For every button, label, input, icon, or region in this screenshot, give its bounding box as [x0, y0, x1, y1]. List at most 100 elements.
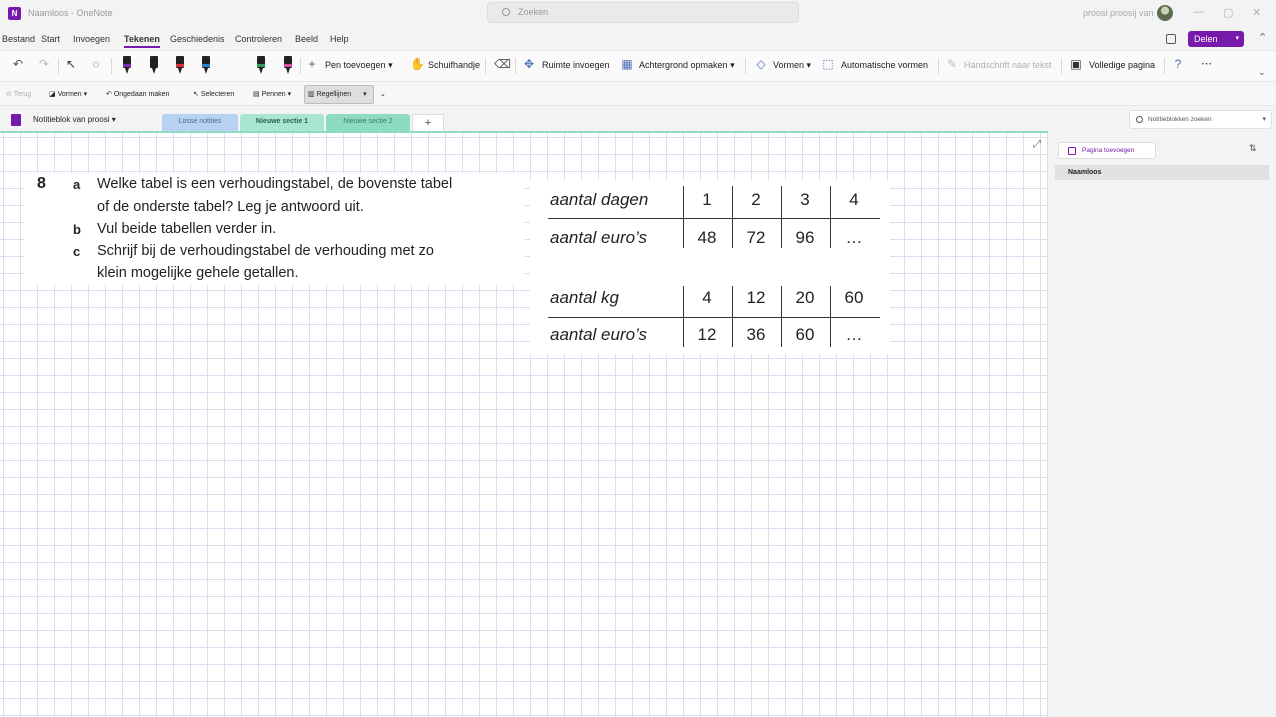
table2-col-line	[781, 286, 782, 347]
search-input[interactable]: Zoeken	[487, 2, 799, 23]
maximize-button[interactable]: ▢	[1223, 6, 1233, 19]
ink-to-text-button[interactable]: Handschrift naar tekst	[964, 60, 1052, 70]
insert-space-button[interactable]: Ruimte invoegen	[542, 60, 610, 70]
undo-label: Ongedaan maken	[113, 91, 170, 98]
undo-button[interactable]: ↶ Ongedaan maken	[106, 90, 169, 98]
menu-invoegen[interactable]: Invoegen	[73, 34, 110, 44]
table1-col-line	[830, 186, 831, 248]
page-item-naamloos[interactable]: Naamloos	[1055, 165, 1269, 180]
menu-start[interactable]: Start	[41, 34, 60, 44]
table2-cell: 12	[746, 288, 766, 307]
shapes-menu-button[interactable]: ◪ Vormen ▾	[49, 90, 87, 98]
table2-cell: 12	[697, 325, 717, 344]
select-arrow-icon[interactable]: ↖	[65, 58, 77, 70]
redo-icon[interactable]: ↷	[38, 58, 50, 70]
tab-nieuwe-sectie-2[interactable]: Nieuwe sectie 2	[326, 114, 410, 132]
expand-icon[interactable]: ⤢	[1033, 139, 1041, 150]
eraser-icon[interactable]: ⌫	[494, 58, 511, 70]
shapes-menu-label: Vormen	[57, 91, 82, 98]
divider	[1164, 58, 1165, 74]
notebook-icon	[11, 114, 21, 126]
help-icon[interactable]: ?	[1172, 58, 1184, 70]
table2-row2-label: aantal euro’s	[550, 325, 648, 344]
sticky-notes-icon[interactable]	[1166, 34, 1176, 44]
menu-geschiedenis[interactable]: Geschiedenis	[170, 34, 225, 44]
lasso-icon[interactable]: ◌	[90, 58, 102, 70]
insert-space-icon: ✥	[523, 57, 535, 71]
pen-pink-icon[interactable]	[283, 56, 293, 76]
account-name[interactable]: proosi proosij van	[1083, 8, 1154, 18]
tab-losse-notities[interactable]: Losse notities	[162, 114, 238, 132]
menu-controleren[interactable]: Controleren	[235, 34, 282, 44]
divider	[300, 58, 301, 74]
table1-cell: 4	[849, 190, 859, 209]
add-section-button[interactable]: +	[412, 114, 444, 132]
divider	[938, 58, 939, 74]
pen-tip	[152, 68, 156, 74]
menu-beeld[interactable]: Beeld	[295, 34, 318, 44]
share-button[interactable]: Delen ▾	[1188, 31, 1244, 47]
divider	[515, 58, 516, 74]
menu-bar: Bestand Start Invoegen Tekenen Geschiede…	[0, 28, 1276, 50]
customize-toolbar-icon[interactable]: ⌄	[380, 90, 386, 98]
section-tabs-bar: Notitieblok van proosi ▾ Losse notities …	[0, 106, 1276, 132]
table2-col-line	[732, 286, 733, 347]
chevron-down-icon[interactable]: ⌄	[1258, 67, 1266, 78]
notebook-search-input[interactable]: Notitieblokken zoeken ▾	[1129, 110, 1272, 129]
select-button[interactable]: ↖ Selecteren	[193, 90, 234, 98]
ruled-lines-label: Regellijnen	[316, 91, 352, 98]
shapes-button[interactable]: Vormen ▾	[773, 60, 811, 71]
pen-color-band	[123, 64, 131, 67]
table2-cell: 20	[795, 288, 815, 307]
table1-row2-label: aantal euro’s	[550, 228, 648, 247]
ruled-lines-button[interactable]: ▥ Regellijnen ▾	[308, 90, 367, 98]
pen-tip	[125, 68, 129, 74]
chevron-down-icon: ▾	[363, 91, 367, 98]
close-button[interactable]: ✕	[1252, 6, 1261, 19]
full-page-button[interactable]: Volledige pagina	[1089, 60, 1155, 70]
tab-nieuwe-sectie-1[interactable]: Nieuwe sectie 1	[240, 114, 324, 132]
menu-bestand[interactable]: Bestand	[2, 34, 35, 44]
pen-dark-icon[interactable]	[149, 56, 159, 76]
notebook-selector[interactable]: Notitieblok van proosi ▾	[33, 115, 116, 124]
pen-tip	[286, 68, 290, 74]
pen-blue-icon[interactable]	[201, 56, 211, 76]
part-c-line-1: Schrijf bij de verhoudingstabel de verho…	[97, 243, 434, 259]
auto-shapes-button[interactable]: Automatische vormen	[841, 60, 928, 70]
title-bar: N Naamloos - OneNote Zoeken proosi proos…	[0, 0, 1276, 28]
more-options-button[interactable]: ⋯	[1201, 57, 1212, 70]
search-placeholder: Zoeken	[518, 7, 549, 17]
minimize-button[interactable]: —	[1193, 6, 1204, 18]
pen-color-band	[176, 64, 184, 67]
back-button[interactable]: ⊖ Terug	[6, 90, 31, 98]
background-icon: ▦	[621, 57, 633, 71]
auto-shapes-icon: ⬚	[822, 57, 834, 71]
avatar[interactable]	[1157, 5, 1173, 21]
full-page-icon: ▣	[1070, 57, 1082, 71]
menu-help[interactable]: Help	[330, 34, 349, 44]
plus-icon: +	[308, 57, 316, 71]
pens-button[interactable]: ▤ Pennen ▾	[253, 90, 291, 98]
divider	[58, 58, 59, 74]
part-letter-c: c	[73, 244, 81, 259]
table1-cell: 1	[702, 190, 712, 209]
menu-tekenen[interactable]: Tekenen	[124, 34, 160, 48]
ink-to-text-icon: ✎	[946, 57, 958, 71]
pen-green-icon[interactable]	[256, 56, 266, 76]
hand-tool-button[interactable]: Schuifhandje	[428, 60, 480, 70]
table1-col-line	[781, 186, 782, 248]
table1-cell: …	[845, 228, 863, 247]
pen-color-band	[202, 64, 210, 67]
onenote-logo-icon: N	[8, 7, 21, 20]
add-pen-button[interactable]: Pen toevoegen ▾	[325, 60, 393, 71]
page-background-button[interactable]: Achtergrond opmaken ▾	[639, 60, 735, 71]
pen-red-icon[interactable]	[175, 56, 185, 76]
shapes-icon: ◇	[756, 57, 766, 71]
collapse-ribbon-icon[interactable]: ⌃	[1258, 31, 1267, 44]
sort-icon[interactable]: ⇅	[1249, 143, 1257, 154]
add-page-button[interactable]: Pagina toevoegen	[1058, 142, 1156, 159]
page-background-label: Achtergrond opmaken	[639, 60, 728, 70]
pen-black-icon[interactable]	[122, 56, 132, 76]
undo-icon[interactable]: ↶	[12, 58, 24, 70]
part-a-line-2: of de onderste tabel? Leg je antwoord ui…	[97, 199, 364, 215]
